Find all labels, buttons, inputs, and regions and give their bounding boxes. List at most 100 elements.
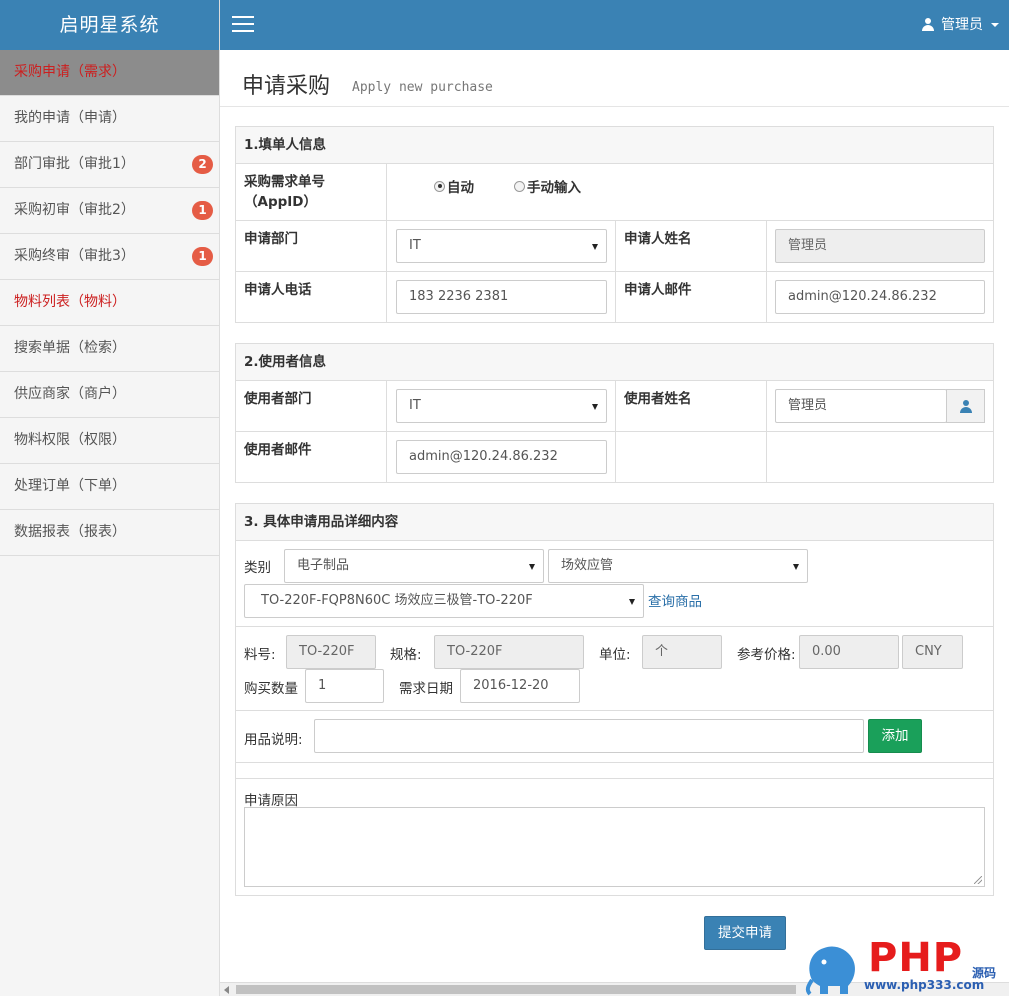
section-title: 2.使用者信息 <box>236 344 993 381</box>
product-select[interactable]: TO-220F-FQP8N60C 场效应三极管-TO-220F <box>244 584 644 618</box>
category-select[interactable]: 电子制品 <box>284 549 544 583</box>
appid-label: 采购需求单号（AppID） <box>244 174 325 210</box>
add-button[interactable]: 添加 <box>868 719 922 753</box>
sidebar-item-reports[interactable]: 数据报表（报表） <box>0 510 219 556</box>
phone-label: 申请人电话 <box>244 282 312 298</box>
sidebar-item-my-requests[interactable]: 我的申请（申请） <box>0 96 219 142</box>
scrollbar-thumb[interactable] <box>236 985 796 994</box>
cell: 申请部门 <box>236 221 387 272</box>
sidebar-item-label: 物料列表（物料） <box>14 294 126 310</box>
user-dept-select[interactable]: IT <box>396 389 607 423</box>
radio-label: 自动 <box>447 180 474 196</box>
sidebar-item-orders[interactable]: 处理订单（下单） <box>0 464 219 510</box>
price-label: 参考价格: <box>737 647 796 663</box>
main-content: 申请采购 Apply new purchase 1.填单人信息 采购需求单号（A… <box>220 50 1009 996</box>
count-badge: 1 <box>192 247 213 266</box>
cell: 申请人姓名 <box>616 221 767 272</box>
sidebar-item-label: 采购申请（需求） <box>14 64 126 80</box>
sidebar-item-label: 部门审批（审批1） <box>14 156 135 172</box>
page-subtitle: Apply new purchase <box>352 80 493 95</box>
sidebar-item-permissions[interactable]: 物料权限（权限） <box>0 418 219 464</box>
sidebar-item-final-review[interactable]: 采购终审（审批3） 1 <box>0 234 219 280</box>
sidebar-item-purchase-request[interactable]: 采购申请（需求） <box>0 50 219 96</box>
elephant-icon <box>805 946 855 996</box>
subcategory-select[interactable]: 场效应管 <box>548 549 808 583</box>
cell: admin@120.24.86.232 <box>387 432 616 482</box>
reason-textarea[interactable] <box>244 807 985 887</box>
resize-grip-icon[interactable] <box>974 876 982 884</box>
description-input[interactable] <box>314 719 864 753</box>
cell: 申请人电话 <box>236 272 387 322</box>
watermark-php-text: PHP <box>868 935 964 981</box>
pick-user-button[interactable] <box>946 389 985 423</box>
sidebar-item-label: 搜索单据（检索） <box>14 340 126 356</box>
user-name: 管理员 <box>941 17 983 33</box>
user-name-input[interactable]: 管理员 <box>775 389 947 423</box>
email-label: 申请人邮件 <box>624 282 692 298</box>
watermark-url: www.php333.com <box>864 978 985 992</box>
count-badge: 2 <box>192 155 213 174</box>
dept-label: 申请部门 <box>244 231 298 247</box>
sidebar-item-initial-review[interactable]: 采购初审（审批2） 1 <box>0 188 219 234</box>
user-email-input[interactable]: admin@120.24.86.232 <box>396 440 607 474</box>
quantity-input[interactable]: 1 <box>305 669 384 703</box>
section-item-details: 3. 具体申请用品详细内容 类别 电子制品 场效应管 TO-220F-FQP8N… <box>235 503 994 896</box>
reason-label: 申请原因 <box>244 793 298 809</box>
cell: 使用者部门 <box>236 381 387 432</box>
cell: 管理员 <box>767 381 993 432</box>
date-input[interactable]: 2016-12-20 <box>460 669 580 703</box>
divider <box>236 626 993 627</box>
requester-name-field: 管理员 <box>775 229 985 263</box>
part-number-label: 料号: <box>244 647 276 663</box>
sidebar-item-label: 我的申请（申请） <box>14 110 126 126</box>
cell: 使用者姓名 <box>616 381 767 432</box>
phone-input[interactable]: 183 2236 2381 <box>396 280 607 314</box>
scroll-left-icon[interactable] <box>224 986 229 994</box>
cell: 管理员 <box>767 221 993 272</box>
divider <box>236 778 993 779</box>
sidebar-item-label: 采购初审（审批2） <box>14 202 135 218</box>
sidebar-item-suppliers[interactable]: 供应商家（商户） <box>0 372 219 418</box>
user-dept-label: 使用者部门 <box>244 391 312 407</box>
cell: 采购需求单号（AppID） <box>236 164 387 221</box>
price-field: 0.00 <box>799 635 899 669</box>
currency-field: CNY <box>902 635 963 669</box>
sidebar-item-search[interactable]: 搜索单据（检索） <box>0 326 219 372</box>
section-user-info: 2.使用者信息 使用者部门 IT 使用者姓名 管理员 使用者邮件 admin@1… <box>235 343 994 483</box>
section-title: 3. 具体申请用品详细内容 <box>236 504 993 541</box>
date-label: 需求日期 <box>399 681 453 697</box>
divider <box>236 710 993 711</box>
cell: admin@120.24.86.232 <box>767 272 993 322</box>
sidebar-item-materials[interactable]: 物料列表（物料） <box>0 280 219 326</box>
radio-manual[interactable]: 手动输入 <box>514 176 581 196</box>
page-header: 申请采购 Apply new purchase <box>220 50 1009 107</box>
sidebar-item-label: 供应商家（商户） <box>14 386 126 402</box>
sidebar: 启明星系统 采购申请（需求） 我的申请（申请） 部门审批（审批1） 2 采购初审（… <box>0 0 220 996</box>
divider <box>236 762 993 763</box>
caret-down-icon <box>991 23 999 27</box>
sidebar-item-label: 数据报表（报表） <box>14 524 126 540</box>
watermark-logo: PHP 源码 www.php333.com <box>800 938 1009 996</box>
part-number-field: TO-220F <box>286 635 376 669</box>
cell: 使用者邮件 <box>236 432 387 482</box>
topbar: 管理员 <box>220 0 1009 50</box>
sidebar-item-label: 采购终审（审批3） <box>14 248 135 264</box>
menu-icon[interactable] <box>232 16 254 33</box>
spec-field: TO-220F <box>434 635 584 669</box>
section-requester-info: 1.填单人信息 采购需求单号（AppID） 自动 手动输入 申请部门 IT 申请… <box>235 126 994 323</box>
count-badge: 1 <box>192 201 213 220</box>
dept-select[interactable]: IT <box>396 229 607 263</box>
sidebar-item-label: 物料权限（权限） <box>14 432 126 448</box>
query-product-link[interactable]: 查询商品 <box>648 590 702 610</box>
quantity-label: 购买数量 <box>244 681 298 697</box>
submit-button[interactable]: 提交申请 <box>704 916 786 950</box>
cell <box>767 432 993 482</box>
user-menu[interactable]: 管理员 <box>921 0 999 50</box>
radio-auto[interactable]: 自动 <box>434 176 474 196</box>
user-email-label: 使用者邮件 <box>244 442 312 458</box>
cell <box>616 432 767 482</box>
cell: 自动 手动输入 <box>387 164 993 221</box>
person-icon <box>960 400 972 413</box>
email-input[interactable]: admin@120.24.86.232 <box>775 280 985 314</box>
sidebar-item-dept-approval[interactable]: 部门审批（审批1） 2 <box>0 142 219 188</box>
